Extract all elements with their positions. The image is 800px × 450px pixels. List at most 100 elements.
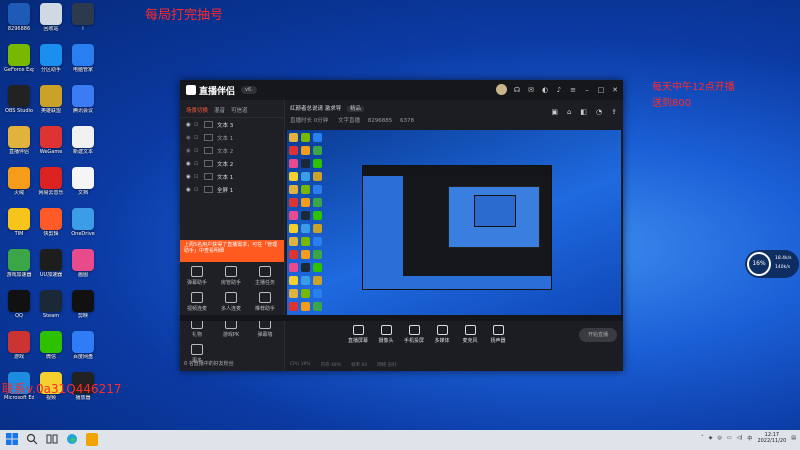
bag-icon[interactable]: ◧	[580, 108, 587, 116]
scene-item[interactable]: ◉ ⊡ 文本 2	[180, 157, 284, 170]
lock-icon[interactable]: ⊡	[194, 148, 200, 154]
chevron-up-icon[interactable]: ˄	[701, 435, 704, 441]
desktop-icon[interactable]: OBS Studio	[4, 85, 34, 114]
notice-banner[interactable]: 上周5名用户获得了直播需求，可在「管理助手」中查看明细	[180, 240, 284, 262]
desktop-icon[interactable]: 文档	[68, 167, 98, 196]
alarm-icon[interactable]: ◔	[596, 108, 602, 116]
tool-button[interactable]: 视频连麦	[180, 292, 214, 312]
lock-icon[interactable]: ⊡	[194, 174, 200, 180]
stream-title[interactable]: 红颜者总说请 激求导	[290, 106, 341, 112]
live-preview[interactable]	[287, 130, 621, 315]
share-icon[interactable]: ⇪	[611, 108, 617, 116]
source-control[interactable]: 扬声器	[485, 325, 511, 344]
source-control[interactable]: 手机投屏	[401, 325, 427, 344]
menu-icon[interactable]: ≡	[569, 86, 577, 94]
maximize-icon[interactable]: □	[597, 86, 605, 94]
clock[interactable]: 12:17 2022/11/20	[757, 432, 786, 444]
minimize-icon[interactable]: –	[583, 86, 591, 94]
scene-item[interactable]: ◉ ⊡ 文本 2	[180, 144, 284, 157]
tool-button[interactable]: 房管助手	[214, 266, 248, 286]
source-control[interactable]: 摄像头	[373, 325, 399, 344]
shield-icon[interactable]: ◈	[709, 435, 713, 441]
tool-button[interactable]: 弹幕助手	[180, 266, 214, 286]
desktop-icon[interactable]: GeForce Experience	[4, 44, 34, 73]
bell-icon[interactable]: ♪	[555, 86, 563, 94]
desktop-icon[interactable]: Steam	[36, 290, 66, 319]
avatar[interactable]	[496, 84, 507, 95]
preview-app-icon	[301, 172, 310, 181]
eye-icon[interactable]: ◉	[186, 187, 194, 193]
network-icon[interactable]: ▭	[727, 435, 732, 441]
desktop-icon[interactable]: 网易云音乐	[36, 167, 66, 196]
tool-button[interactable]: 游戏PK	[214, 318, 248, 338]
desktop-icon[interactable]: 游戏加速器	[4, 249, 34, 278]
source-control[interactable]: 多媒体	[429, 325, 455, 344]
desktop-icon[interactable]: i	[68, 3, 98, 32]
desktop-icon[interactable]: WeGame	[36, 126, 66, 155]
desktop-icon[interactable]: 游戏	[4, 331, 34, 360]
desktop-icon[interactable]: TIM	[4, 208, 34, 237]
scene-item[interactable]: ◉ ⊡ 文本 1	[180, 170, 284, 183]
desktop-icon[interactable]: 剪映	[68, 290, 98, 319]
desktop-icon[interactable]: 百度网盘	[68, 331, 98, 360]
headset-icon[interactable]: ☊	[513, 86, 521, 94]
tool-button[interactable]: 弹幕墙	[248, 318, 282, 338]
tool-button[interactable]: 多人连麦	[214, 292, 248, 312]
lock-icon[interactable]: ⊡	[194, 161, 200, 167]
stream-tag[interactable]: 精品	[347, 106, 365, 112]
desktop-icon[interactable]: OneDrive	[68, 208, 98, 237]
live-companion-taskbar-icon[interactable]	[86, 433, 98, 446]
tab-scene[interactable]: 场景切换	[186, 106, 208, 114]
source-control[interactable]: 直播屏幕	[345, 325, 371, 344]
edge-icon[interactable]	[66, 433, 78, 446]
scene-item[interactable]: ◉ ⊡ 全屏 1	[180, 183, 284, 196]
scene-item[interactable]: ◉ ⊡ 文本 3	[180, 118, 284, 131]
eye-icon[interactable]: ◉	[186, 174, 194, 180]
task-view-icon[interactable]	[46, 433, 58, 446]
lock-icon[interactable]: ⌂	[567, 108, 571, 116]
network-widget[interactable]: 16% 18.4k/s 140k/s	[745, 250, 799, 278]
tool-button[interactable]: 主播任务	[248, 266, 282, 286]
start-icon[interactable]	[6, 433, 18, 446]
start-live-button[interactable]: 开始直播	[579, 328, 617, 342]
desktop-icon[interactable]: UU加速器	[36, 249, 66, 278]
desktop-icon[interactable]: 8296886	[4, 3, 34, 32]
source-control[interactable]: 麦克风	[457, 325, 483, 344]
desktop-icon[interactable]: 电脑管家	[68, 44, 98, 73]
friends-footer[interactable]: 0 名直播中的好友粉丝	[184, 360, 234, 367]
volume-icon[interactable]: ◁)	[737, 435, 743, 441]
eye-icon[interactable]: ◉	[186, 148, 194, 154]
eye-icon[interactable]: ◉	[186, 161, 194, 167]
desktop-icon[interactable]: 回收站	[36, 3, 66, 32]
desktop-icon[interactable]: 新建文本	[68, 126, 98, 155]
tab-channel[interactable]: 可信道	[231, 106, 248, 114]
desktop-icon[interactable]: QQ	[4, 290, 34, 319]
desktop-icon[interactable]: 画图	[68, 249, 98, 278]
desktop-icon[interactable]: 快剪辑	[36, 208, 66, 237]
scene-item[interactable]: ◉ ⊡ 文本 1	[180, 131, 284, 144]
lock-icon[interactable]: ⊡	[194, 187, 200, 193]
notification-icon[interactable]: ▤	[791, 435, 796, 441]
tool-button[interactable]: 礼物	[180, 318, 214, 338]
skin-icon[interactable]: ◐	[541, 86, 549, 94]
wechat-tray-icon[interactable]: ◎	[718, 435, 722, 441]
tab-mix[interactable]: 混音	[214, 106, 225, 114]
gift-icon[interactable]: ▣	[551, 108, 558, 116]
desktop-icon[interactable]: 腾讯会议	[68, 85, 98, 114]
desktop-icon[interactable]: 直播伴侣	[4, 126, 34, 155]
desktop-icon[interactable]: 英雄联盟	[36, 85, 66, 114]
desktop-icon[interactable]: 微信	[36, 331, 66, 360]
version-badge[interactable]: v6.	[241, 86, 257, 94]
ime-icon[interactable]: 中	[747, 435, 752, 442]
lock-icon[interactable]: ⊡	[194, 122, 200, 128]
eye-icon[interactable]: ◉	[186, 122, 194, 128]
desktop-icon[interactable]: 火绒	[4, 167, 34, 196]
desktop-icon-label: 快剪辑	[43, 231, 59, 237]
search-icon[interactable]	[26, 433, 38, 446]
lock-icon[interactable]: ⊡	[194, 135, 200, 141]
desktop-icon[interactable]: 分区助手	[36, 44, 66, 73]
close-icon[interactable]: ✕	[611, 86, 619, 94]
chat-icon[interactable]: ✉	[527, 86, 535, 94]
eye-icon[interactable]: ◉	[186, 135, 194, 141]
tool-button[interactable]: 推荐助手	[248, 292, 282, 312]
